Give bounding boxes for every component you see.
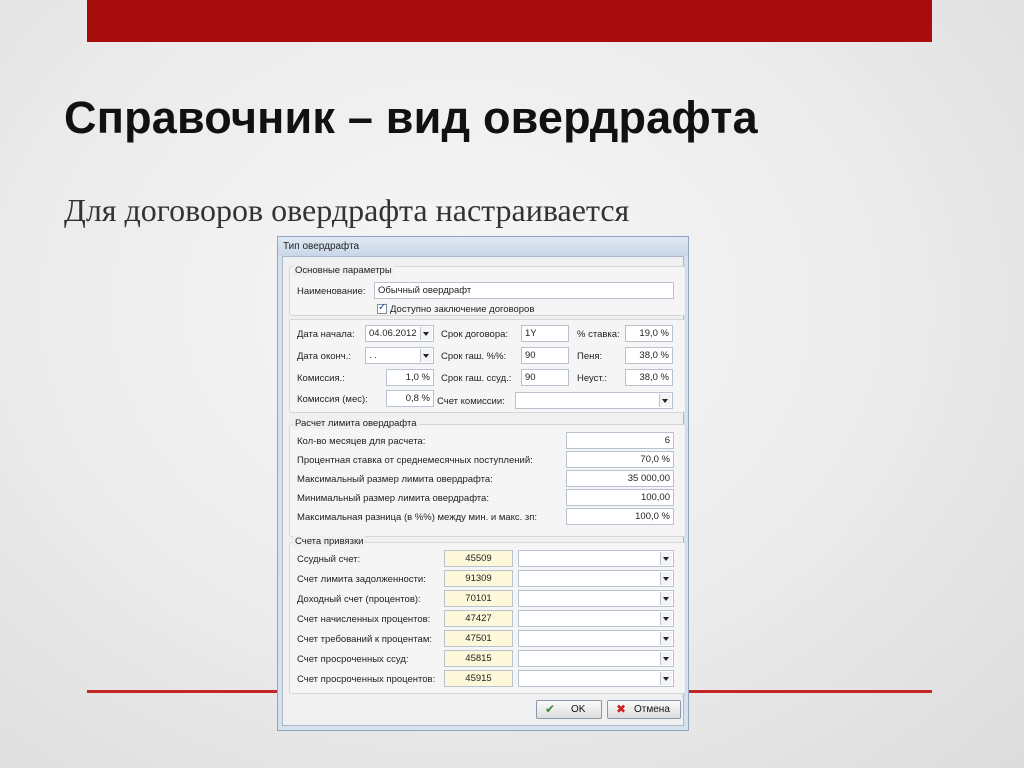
ok-button[interactable]: ✔ OK <box>536 700 602 719</box>
limit-row-label: Процентная ставка от среднемесячных пост… <box>297 455 533 466</box>
account-code-input[interactable]: 45915 <box>444 670 513 687</box>
chevron-down-icon[interactable] <box>660 632 672 645</box>
commission-account-select[interactable] <box>515 392 673 409</box>
forfeit-input[interactable]: 38,0 % <box>625 369 673 386</box>
end-date-label: Дата оконч.: <box>297 351 351 362</box>
main-params-title: Основные параметры <box>293 265 394 276</box>
account-select[interactable] <box>518 650 674 667</box>
accounts-group-title: Счета привязки <box>293 536 366 547</box>
dialog-body: Основные параметры Наименование: Обычный… <box>282 256 686 726</box>
limit-row-label: Кол-во месяцев для расчета: <box>297 436 426 447</box>
allow-contracts-label: Доступно заключение договоров <box>390 304 535 315</box>
account-row-label: Счет начисленных процентов: <box>297 614 431 625</box>
limit-row-input[interactable]: 100,0 % <box>566 508 674 525</box>
name-label: Наименование: <box>297 286 366 297</box>
chevron-down-icon[interactable] <box>660 612 672 625</box>
account-code-input[interactable]: 45509 <box>444 550 513 567</box>
allow-contracts-checkbox[interactable] <box>377 302 387 314</box>
cancel-button[interactable]: ✖ Отмена <box>607 700 681 719</box>
limit-row-input[interactable]: 100,00 <box>566 489 674 506</box>
rate-input[interactable]: 19,0 % <box>625 325 673 342</box>
account-row-label: Ссудный счет: <box>297 554 361 565</box>
name-input[interactable]: Обычный овердрафт <box>374 282 674 299</box>
repay-pct-label: Срок гаш. %%: <box>441 351 507 362</box>
account-row-label: Счет просроченных ссуд: <box>297 654 409 665</box>
account-code-input[interactable]: 47501 <box>444 630 513 647</box>
header-accent-bar <box>87 0 932 42</box>
close-icon: ✖ <box>616 702 627 716</box>
chevron-down-icon[interactable] <box>660 572 672 585</box>
chevron-down-icon[interactable] <box>660 592 672 605</box>
commission-month-input[interactable]: 0,8 % <box>386 390 434 407</box>
account-select[interactable] <box>518 630 674 647</box>
account-code-input[interactable]: 47427 <box>444 610 513 627</box>
account-code-input[interactable]: 45815 <box>444 650 513 667</box>
start-date-label: Дата начала: <box>297 329 355 340</box>
limit-row-input[interactable]: 6 <box>566 432 674 449</box>
chevron-down-icon[interactable] <box>660 672 672 685</box>
account-code-input[interactable]: 91309 <box>444 570 513 587</box>
penalty-input[interactable]: 38,0 % <box>625 347 673 364</box>
account-select[interactable] <box>518 590 674 607</box>
commission-input[interactable]: 1,0 % <box>386 369 434 386</box>
commission-month-label: Комиссия (мес): <box>297 394 368 405</box>
chevron-down-icon[interactable] <box>660 552 672 565</box>
limit-row-input[interactable]: 35 000,00 <box>566 470 674 487</box>
checkmark-icon: ✔ <box>545 702 556 716</box>
account-row-label: Счет просроченных процентов: <box>297 674 436 685</box>
start-date-input[interactable]: 04.06.2012 <box>365 325 434 342</box>
repay-pct-input[interactable]: 90 <box>521 347 569 364</box>
account-row-label: Счет требований к процентам: <box>297 634 432 645</box>
account-select[interactable] <box>518 570 674 587</box>
repay-loan-input[interactable]: 90 <box>521 369 569 386</box>
term-input[interactable]: 1Y <box>521 325 569 342</box>
account-select[interactable] <box>518 550 674 567</box>
forfeit-label: Неуст.: <box>577 373 608 384</box>
rate-label: % ставка: <box>577 329 620 340</box>
dialog-title: Тип овердрафта <box>278 237 688 256</box>
penalty-label: Пеня: <box>577 351 603 362</box>
slide-subtitle: Для договоров овердрафта настраивается <box>64 192 630 228</box>
limit-row-label: Минимальный размер лимита овердрафта: <box>297 493 489 504</box>
account-row-label: Счет лимита задолженности: <box>297 574 426 585</box>
limit-row-label: Максимальный размер лимита овердрафта: <box>297 474 493 485</box>
account-select[interactable] <box>518 610 674 627</box>
term-label: Срок договора: <box>441 329 509 340</box>
limit-group-title: Расчет лимита овердрафта <box>293 418 419 429</box>
chevron-down-icon[interactable] <box>660 652 672 665</box>
chevron-down-icon[interactable] <box>420 349 432 362</box>
chevron-down-icon[interactable] <box>420 327 432 340</box>
commission-label: Комиссия.: <box>297 373 345 384</box>
end-date-input[interactable]: . . <box>365 347 434 364</box>
repay-loan-label: Срок гаш. ссуд.: <box>441 373 512 384</box>
commission-account-label: Счет комиссии: <box>437 396 505 407</box>
account-code-input[interactable]: 70101 <box>444 590 513 607</box>
overdraft-type-dialog: Тип овердрафта Основные параметры Наимен… <box>277 236 689 731</box>
account-row-label: Доходный счет (процентов): <box>297 594 421 605</box>
limit-row-input[interactable]: 70,0 % <box>566 451 674 468</box>
slide-title: Справочник – вид овердрафта <box>64 92 758 143</box>
account-select[interactable] <box>518 670 674 687</box>
limit-row-label: Максимальная разница (в %%) между мин. и… <box>297 512 538 523</box>
chevron-down-icon[interactable] <box>659 394 671 407</box>
